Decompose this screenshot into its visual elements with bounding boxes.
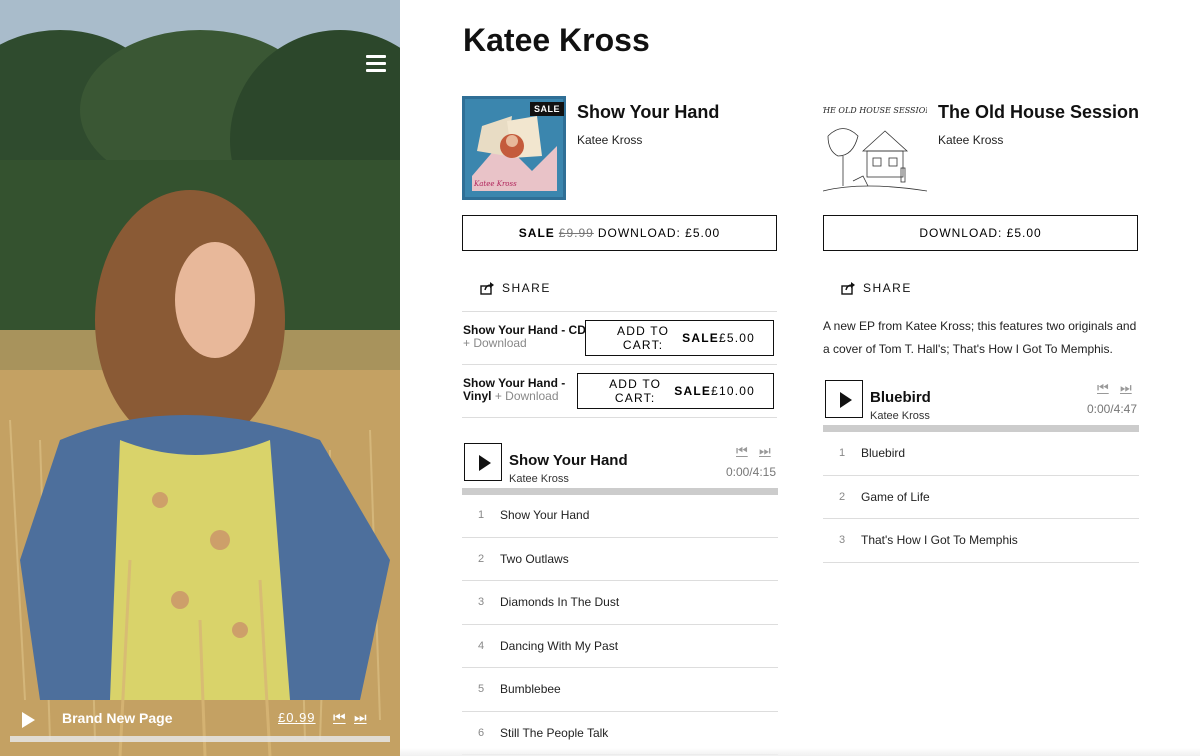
track-row[interactable]: 3 Diamonds In The Dust <box>462 581 778 625</box>
tracklist: 1 Bluebird 2 Game of Life 3 That's How I Go… <box>823 432 1139 563</box>
next-track-icon[interactable]: ⏭ <box>1120 380 1132 396</box>
mini-player: Brand New Page £0.99 ⏮ ⏭ <box>0 696 400 756</box>
share-icon <box>480 281 494 295</box>
track-player: Show Your Hand Katee Kross ⏮ ⏭ 0:00/4:15 <box>462 443 778 499</box>
track-row[interactable]: 1 Bluebird <box>823 432 1139 476</box>
add-to-cart-vinyl-button[interactable]: ADD TO CART: SALE £10.00 <box>577 373 774 409</box>
download-price: DOWNLOAD: £5.00 <box>597 226 721 240</box>
tracklist: 1 Show Your Hand 2 Two Outlaws 3 Diamonds I… <box>462 494 778 755</box>
track-row[interactable]: 2 Two Outlaws <box>462 538 778 581</box>
buy-download-button[interactable]: SALE £9.99 DOWNLOAD: £5.00 <box>462 215 777 251</box>
share-button[interactable]: SHARE <box>480 281 551 295</box>
merch-name: Show Your Hand - CD + Download <box>463 323 586 350</box>
merch-item: Show Your Hand - Vinyl + Download ADD TO… <box>462 364 777 417</box>
track-time: 0:00/4:47 <box>1086 402 1137 416</box>
add-to-cart-cd-button[interactable]: ADD TO CART: SALE £5.00 <box>585 320 774 356</box>
track-time: 0:00/4:15 <box>725 465 776 479</box>
next-track-icon[interactable]: ⏭ <box>759 443 771 459</box>
divider <box>462 417 777 418</box>
merch-download-note: + Download <box>463 336 527 350</box>
album-title[interactable]: Show Your Hand <box>577 102 719 123</box>
now-playing-title: Bluebird <box>870 389 931 406</box>
bottom-fade <box>400 748 1200 756</box>
merch-download-note: + Download <box>494 389 559 403</box>
now-playing-artist: Katee Kross <box>509 473 569 485</box>
hero-photo: Brand New Page £0.99 ⏮ ⏭ <box>0 0 400 756</box>
sale-label: SALE <box>518 226 555 240</box>
track-row[interactable]: 1 Show Your Hand <box>462 494 778 538</box>
now-playing-title: Show Your Hand <box>509 452 628 469</box>
album-description: A new EP from Katee Kross; this features… <box>823 319 1137 356</box>
play-icon[interactable] <box>22 712 35 728</box>
svg-text:Katee Kross: Katee Kross <box>473 180 517 188</box>
merch-item: Show Your Hand - CD + Download ADD TO CA… <box>462 311 777 364</box>
album-cover[interactable]: THE OLD HOUSE SESSION <box>823 96 927 200</box>
mini-player-price-link[interactable]: £0.99 <box>278 710 316 725</box>
download-price: DOWNLOAD: £5.00 <box>919 226 1042 240</box>
album-artist[interactable]: Katee Kross <box>938 133 1003 147</box>
track-row[interactable]: 2 Game of Life <box>823 476 1139 519</box>
play-button[interactable] <box>825 380 863 418</box>
sale-badge: SALE <box>530 102 565 116</box>
page-title: Katee Kross <box>463 22 650 58</box>
share-label: SHARE <box>863 281 912 295</box>
album-artist[interactable]: Katee Kross <box>577 133 642 147</box>
album-title[interactable]: The Old House Session <box>938 102 1139 123</box>
hamburger-icon[interactable] <box>366 55 386 73</box>
prev-track-icon[interactable]: ⏮ <box>333 709 346 726</box>
track-player: Bluebird Katee Kross ⏮ ⏭ 0:00/4:47 <box>823 380 1139 436</box>
share-label: SHARE <box>502 281 551 295</box>
merch-name: Show Your Hand - Vinyl + Download <box>463 376 566 403</box>
progress-bar[interactable] <box>823 425 1139 432</box>
prev-track-icon[interactable]: ⏮ <box>1097 380 1109 396</box>
next-track-icon[interactable]: ⏭ <box>354 709 367 726</box>
share-button[interactable]: SHARE <box>841 281 912 295</box>
play-button[interactable] <box>464 443 502 481</box>
artist-photo <box>0 0 400 756</box>
mini-player-progress[interactable] <box>10 736 390 742</box>
track-row[interactable]: 4 Dancing With My Past <box>462 625 778 668</box>
buy-download-button[interactable]: DOWNLOAD: £5.00 <box>823 215 1138 251</box>
mini-player-title: Brand New Page <box>62 710 173 726</box>
track-row[interactable]: 3 That's How I Got To Memphis <box>823 519 1139 563</box>
prev-track-icon[interactable]: ⏮ <box>736 443 748 459</box>
now-playing-artist: Katee Kross <box>870 410 930 422</box>
share-icon <box>841 281 855 295</box>
track-row[interactable]: 5 Bumblebee <box>462 668 778 712</box>
old-price: £9.99 <box>558 226 594 240</box>
cover-text: THE OLD HOUSE SESSION <box>823 106 927 115</box>
